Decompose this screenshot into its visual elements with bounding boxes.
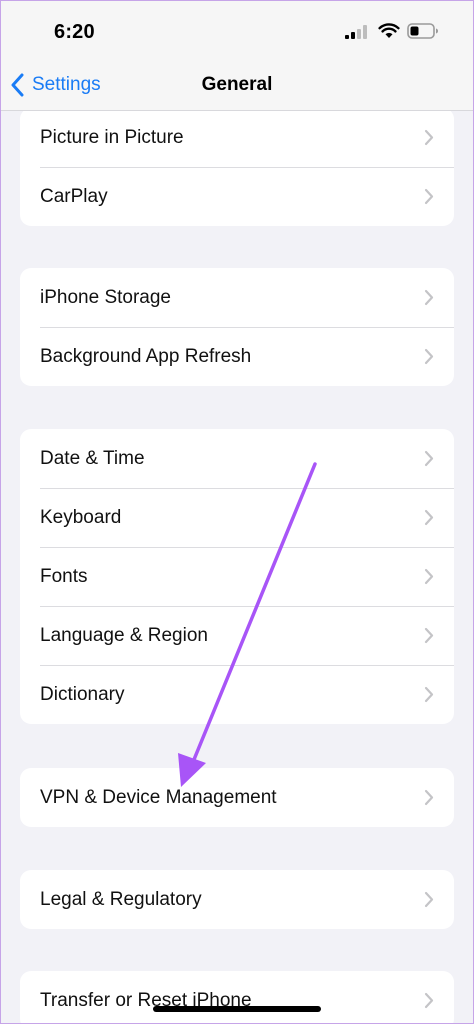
list-item-picture-in-picture[interactable]: Picture in Picture <box>20 111 454 167</box>
list-item-label: iPhone Storage <box>40 286 171 308</box>
list-item-iphone-storage[interactable]: iPhone Storage <box>20 268 454 327</box>
wifi-icon <box>378 23 400 38</box>
list-item-label: Date & Time <box>40 447 145 469</box>
list-item-keyboard[interactable]: Keyboard <box>20 488 454 547</box>
settings-group: Picture in Picture CarPlay <box>20 111 454 226</box>
list-item-legal-regulatory[interactable]: Legal & Regulatory <box>20 870 454 929</box>
chevron-right-icon <box>424 509 434 526</box>
chevron-right-icon <box>424 789 434 806</box>
status-bar: 6:20 <box>0 0 474 60</box>
list-item-label: CarPlay <box>40 185 108 207</box>
status-time: 6:20 <box>54 21 95 43</box>
settings-group: Legal & Regulatory <box>20 870 454 929</box>
battery-icon <box>407 23 438 39</box>
list-item-label: VPN & Device Management <box>40 786 277 808</box>
list-item-label: Language & Region <box>40 624 208 646</box>
list-item-date-time[interactable]: Date & Time <box>20 429 454 488</box>
chevron-right-icon <box>424 188 434 205</box>
chevron-right-icon <box>424 568 434 585</box>
chevron-right-icon <box>424 289 434 306</box>
list-item-vpn-device-management[interactable]: VPN & Device Management <box>20 768 454 827</box>
list-item-label: Picture in Picture <box>40 126 184 148</box>
chevron-right-icon <box>424 992 434 1009</box>
chevron-right-icon <box>424 129 434 146</box>
chevron-right-icon <box>424 348 434 365</box>
list-item-fonts[interactable]: Fonts <box>20 547 454 606</box>
chevron-right-icon <box>424 627 434 644</box>
chevron-right-icon <box>424 686 434 703</box>
list-item-label: Dictionary <box>40 683 125 705</box>
settings-group: Date & Time Keyboard Fonts Language & Re… <box>20 429 454 724</box>
list-item-language-region[interactable]: Language & Region <box>20 606 454 665</box>
list-item-label: Background App Refresh <box>40 345 252 367</box>
list-item-label: Legal & Regulatory <box>40 888 202 910</box>
list-item-background-app-refresh[interactable]: Background App Refresh <box>20 327 454 386</box>
list-item-dictionary[interactable]: Dictionary <box>20 665 454 724</box>
chevron-right-icon <box>424 450 434 467</box>
settings-list: Picture in Picture CarPlay iPhone Storag… <box>0 111 474 1024</box>
settings-group: Transfer or Reset iPhone <box>20 971 454 1024</box>
navigation-bar: Settings General <box>0 60 474 111</box>
list-item-carplay[interactable]: CarPlay <box>20 167 454 226</box>
chevron-right-icon <box>424 891 434 908</box>
list-item-label: Keyboard <box>40 506 122 528</box>
list-item-label: Fonts <box>40 565 88 587</box>
home-indicator[interactable] <box>153 1006 321 1012</box>
page-title: General <box>201 74 273 95</box>
list-item-transfer-reset-iphone[interactable]: Transfer or Reset iPhone <box>20 971 454 1024</box>
settings-group: VPN & Device Management <box>20 768 454 827</box>
cellular-signal-icon <box>345 25 367 39</box>
settings-group: iPhone Storage Background App Refresh <box>20 268 454 386</box>
